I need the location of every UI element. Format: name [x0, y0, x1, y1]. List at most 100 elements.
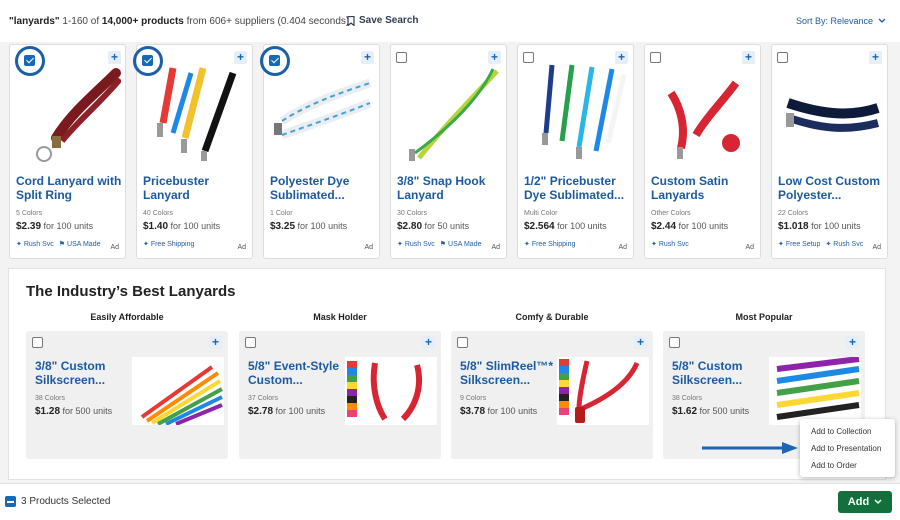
product-price: $1.62 for 500 units: [672, 406, 750, 417]
add-icon[interactable]: +: [634, 336, 647, 349]
product-card[interactable]: + Polyester Dye Sublimated... 1 Color $3…: [260, 44, 380, 259]
ad-label: Ad: [364, 244, 373, 251]
ad-label: Ad: [872, 244, 881, 251]
product-checkbox[interactable]: [777, 52, 788, 63]
add-menu: Add to Collection Add to Presentation Ad…: [800, 419, 895, 477]
rush-service-icon: ✦ Rush Svc: [16, 241, 54, 248]
product-colors: Other Colors: [651, 210, 691, 217]
featured-product-card[interactable]: + 5/8" Event-Style Custom... 37 Colors $…: [239, 331, 441, 459]
product-name[interactable]: Cord Lanyard with Split Ring: [16, 174, 124, 202]
product-colors: 38 Colors: [672, 395, 702, 402]
product-card[interactable]: + Cord Lanyard with Split Ring 5 Colors …: [9, 44, 126, 259]
product-card[interactable]: + 1/2" Pricebuster Dye Sublimated... Mul…: [517, 44, 634, 259]
arrow-annotation: [702, 442, 798, 454]
product-price: $3.25 for 100 units: [270, 221, 348, 232]
product-image: [409, 68, 499, 161]
featured-product-card[interactable]: + 5/8" SlimReel™* Silkscreen... 9 Colors…: [451, 331, 653, 459]
sort-dropdown[interactable]: Sort By: Relevance: [796, 16, 886, 26]
rush-service-icon: ✦ Rush Svc: [397, 241, 435, 248]
product-colors: Multi Color: [524, 210, 558, 217]
product-checkbox[interactable]: [669, 337, 680, 348]
menu-item-add-to-order[interactable]: Add to Order: [800, 458, 895, 475]
ad-label: Ad: [745, 244, 754, 251]
product-image: [769, 357, 861, 425]
product-name[interactable]: 3/8" Snap Hook Lanyard: [397, 174, 505, 202]
free-setup-icon: ✦ Free Setup: [778, 241, 821, 248]
product-image: [345, 357, 437, 425]
product-checkbox[interactable]: [245, 337, 256, 348]
product-card[interactable]: + 3/8" Snap Hook Lanyard 30 Colors $2.80…: [390, 44, 507, 259]
chevron-down-icon: [874, 499, 882, 505]
product-price: $2.44 for 100 units: [651, 221, 729, 232]
product-colors: 5 Colors: [16, 210, 43, 217]
product-checkbox[interactable]: [650, 52, 661, 63]
usa-made-flag-icon: ⚑ USA Made: [439, 241, 482, 248]
category-label: Easily Affordable: [90, 312, 164, 322]
product-colors: 30 Colors: [397, 210, 427, 217]
product-name[interactable]: Polyester Dye Sublimated...: [270, 174, 378, 202]
product-checkbox[interactable]: [523, 52, 534, 63]
product-name[interactable]: Low Cost Custom Polyester...: [778, 174, 886, 202]
product-price: $3.78 for 100 units: [460, 406, 538, 417]
ad-label: Ad: [491, 244, 500, 251]
product-checkbox[interactable]: [457, 337, 468, 348]
rush-service-icon: ✦ Rush Svc: [651, 241, 689, 248]
product-tags: ✦ Free Shipping: [143, 240, 194, 248]
product-card[interactable]: + Low Cost Custom Polyester... 22 Colors…: [771, 44, 888, 259]
search-query: "lanyards": [9, 16, 60, 27]
product-tags: ✦ Rush Svc ⚑ USA Made: [16, 240, 100, 248]
add-button[interactable]: Add: [838, 491, 892, 513]
product-checkbox[interactable]: [32, 337, 43, 348]
category-label: Mask Holder: [313, 312, 367, 322]
product-name[interactable]: 5/8" SlimReel™* Silkscreen...: [460, 359, 560, 387]
product-card[interactable]: + Custom Satin Lanyards Other Colors $2.…: [644, 44, 761, 259]
section-title: The Industry’s Best Lanyards: [26, 283, 236, 300]
product-image: [542, 64, 627, 159]
menu-item-add-to-collection[interactable]: Add to Collection: [800, 424, 895, 441]
menu-item-add-to-presentation[interactable]: Add to Presentation: [800, 441, 895, 458]
shipping-icon: ✦ Free Shipping: [524, 241, 576, 248]
product-colors: 38 Colors: [35, 395, 65, 402]
product-colors: 1 Color: [270, 210, 293, 217]
product-price: $1.28 for 500 units: [35, 406, 113, 417]
add-icon[interactable]: +: [209, 336, 222, 349]
selection-bar: [0, 483, 900, 520]
chevron-down-icon: [878, 18, 886, 23]
add-icon[interactable]: +: [846, 336, 859, 349]
product-card[interactable]: + Pricebuster Lanyard 40 Colors $1.40 fo…: [133, 44, 253, 259]
category-label: Most Popular: [735, 312, 793, 322]
product-colors: 40 Colors: [143, 210, 173, 217]
ad-label: Ad: [237, 244, 246, 251]
product-name[interactable]: 5/8" Event-Style Custom...: [248, 359, 348, 387]
product-name[interactable]: 1/2" Pricebuster Dye Sublimated...: [524, 174, 632, 202]
rush-service-icon: ✦ Rush Svc: [825, 241, 864, 248]
product-name[interactable]: Pricebuster Lanyard: [143, 174, 251, 202]
product-image: [157, 67, 237, 161]
product-name[interactable]: 5/8" Custom Silkscreen...: [672, 359, 772, 387]
product-tags: ✦ Free Setup ✦ Rush Svc: [778, 240, 863, 248]
product-price: $2.78 for 100 units: [248, 406, 326, 417]
add-button-label: Add: [847, 496, 870, 508]
ad-label: Ad: [110, 244, 119, 251]
product-colors: 37 Colors: [248, 395, 278, 402]
results-summary: "lanyards" 1-160 of 14,000+ products fro…: [9, 16, 349, 27]
save-search-button[interactable]: Save Search: [347, 15, 419, 26]
product-image: [557, 357, 649, 425]
selected-count: 3 Products Selected: [21, 496, 111, 507]
product-name[interactable]: Custom Satin Lanyards: [651, 174, 759, 202]
product-tags: ✦ Rush Svc ⚑ USA Made: [397, 240, 481, 248]
deselect-all-checkbox[interactable]: [5, 496, 16, 507]
product-price: $1.018 for 100 units: [778, 221, 861, 232]
product-price: $1.40 for 100 units: [143, 221, 221, 232]
product-tags: ✦ Free Shipping: [524, 240, 575, 248]
product-colors: 9 Colors: [460, 395, 487, 402]
product-image: [786, 98, 880, 132]
product-checkbox[interactable]: [396, 52, 407, 63]
featured-product-card[interactable]: + 3/8" Custom Silkscreen... 38 Colors $1…: [26, 331, 228, 459]
category-label: Comfy & Durable: [515, 312, 589, 322]
product-price: $2.80 for 50 units: [397, 221, 470, 232]
results-header: "lanyards" 1-160 of 14,000+ products fro…: [0, 0, 900, 42]
usa-made-flag-icon: ⚑ USA Made: [58, 241, 101, 248]
add-icon[interactable]: +: [422, 336, 435, 349]
product-name[interactable]: 3/8" Custom Silkscreen...: [35, 359, 135, 387]
